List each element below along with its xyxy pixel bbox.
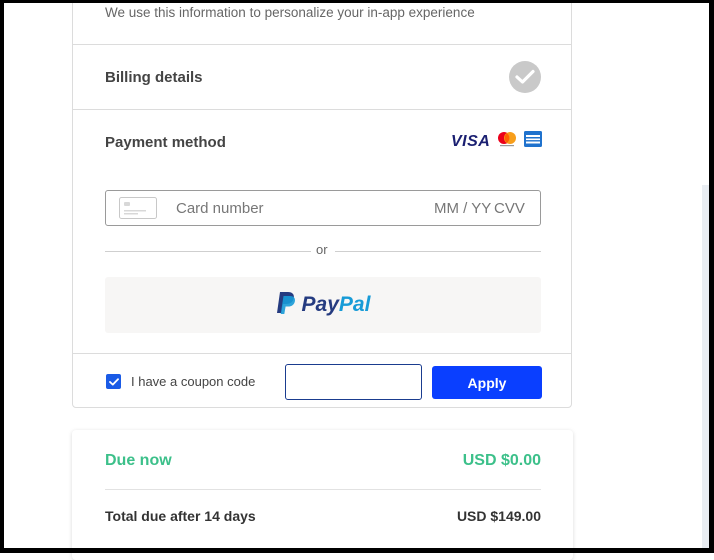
card-number-field[interactable]: Card number MM / YY CVV: [105, 190, 541, 226]
order-summary-card: Due now USD $0.00 Total due after 14 day…: [72, 430, 573, 560]
or-divider-left: [105, 251, 311, 252]
due-now-label: Due now: [105, 452, 172, 469]
expiry-placeholder[interactable]: MM / YY: [434, 200, 491, 217]
paypal-icon: [276, 291, 296, 320]
mastercard-icon: [496, 131, 518, 152]
coupon-code-input[interactable]: [285, 364, 422, 400]
paypal-word-pal: Pal: [338, 293, 371, 316]
total-due-label: Total due after 14 days: [105, 508, 256, 524]
check-circle-icon: [509, 61, 541, 93]
billing-details-title[interactable]: Billing details: [105, 69, 203, 86]
paypal-wordmark: PayPal: [302, 293, 371, 317]
cvv-placeholder[interactable]: CVV: [494, 200, 525, 217]
or-separator-label: or: [316, 242, 328, 257]
profile-info-text: We use this information to personalize y…: [105, 5, 475, 20]
paypal-word-pay: Pay: [301, 293, 339, 316]
divider: [73, 109, 571, 110]
payment-method-title: Payment method: [105, 134, 226, 151]
divider: [105, 489, 541, 490]
divider: [73, 353, 571, 354]
credit-card-icon: [119, 197, 157, 224]
checkout-form-card: We use this information to personalize y…: [72, 0, 572, 408]
card-brand-logos: VISA: [451, 131, 543, 152]
total-due-amount: USD $149.00: [456, 508, 541, 524]
divider: [73, 44, 571, 45]
apply-coupon-button[interactable]: Apply: [432, 366, 542, 399]
amex-icon: [524, 131, 543, 152]
card-number-placeholder: Card number: [176, 200, 264, 217]
or-divider-right: [335, 251, 541, 252]
paypal-button[interactable]: PayPal: [105, 277, 541, 333]
visa-logo: VISA: [451, 132, 491, 150]
page-background-strip: [702, 185, 714, 553]
due-now-amount: USD $0.00: [462, 452, 541, 469]
coupon-checkbox[interactable]: [106, 374, 121, 389]
coupon-checkbox-label[interactable]: I have a coupon code: [131, 374, 255, 389]
